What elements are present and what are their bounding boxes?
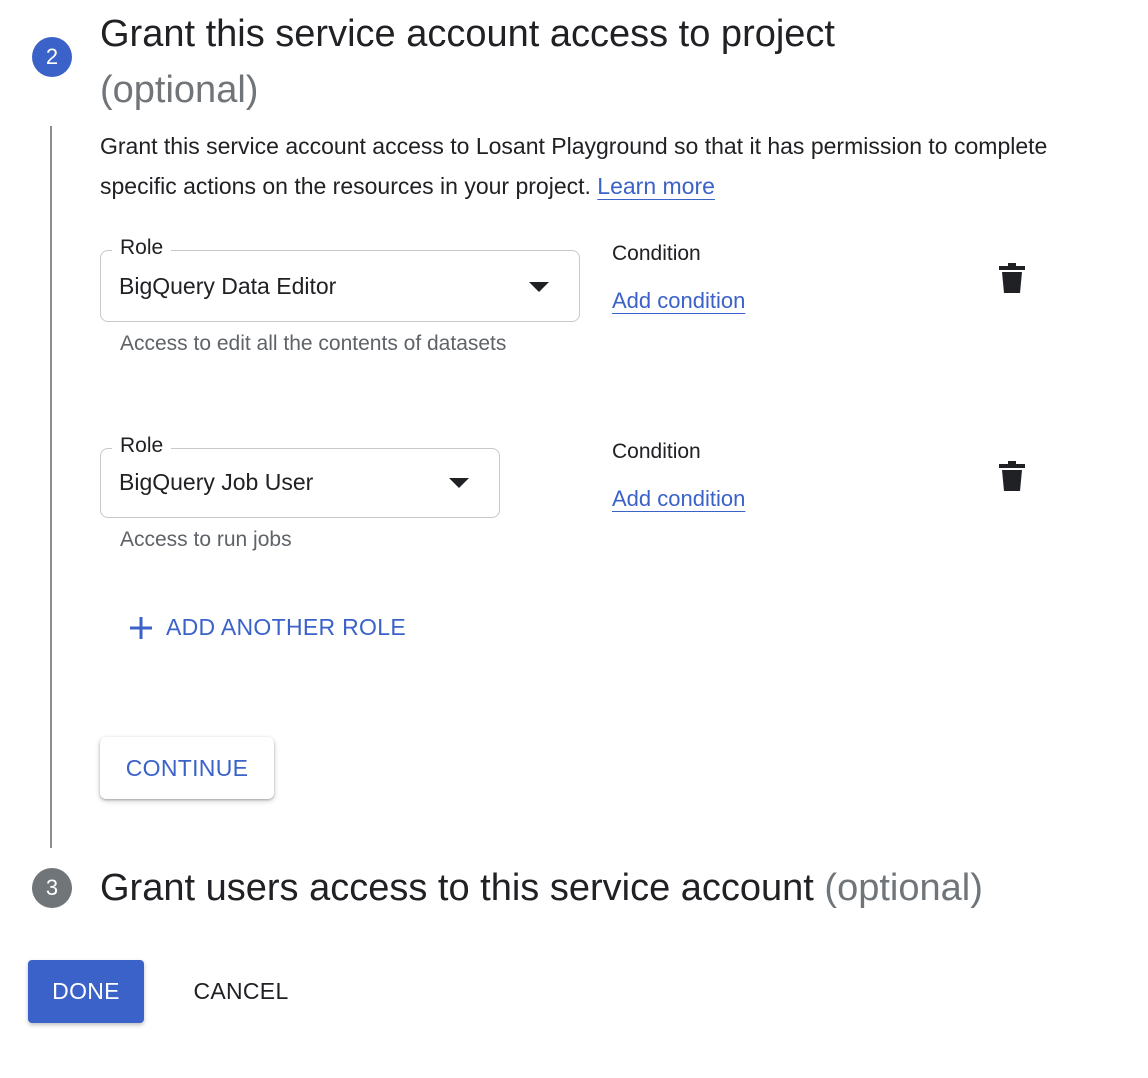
role-select-2[interactable]: BigQuery Job User <box>100 448 500 518</box>
add-another-role-label: ADD ANOTHER ROLE <box>166 614 406 640</box>
condition-1-label: Condition <box>612 242 701 265</box>
step-3-title-text: Grant users access to this service accou… <box>100 867 814 909</box>
step-2-optional-label: (optional) <box>100 69 259 111</box>
delete-role-1-trash-icon[interactable] <box>999 263 1025 293</box>
step-connector-line <box>50 126 52 848</box>
step-2-description: Grant this service account access to Los… <box>100 126 1060 206</box>
step-3-indicator: 3 <box>32 868 72 908</box>
role-select-2-value: BigQuery Job User <box>119 469 314 495</box>
role-select-2-label: Role <box>112 434 172 458</box>
done-button[interactable]: DONE <box>28 960 144 1023</box>
add-condition-2-link[interactable]: Add condition <box>612 484 745 514</box>
learn-more-link[interactable]: Learn more <box>597 173 715 199</box>
role-select-1-label: Role <box>112 236 172 260</box>
role-select-1-value: BigQuery Data Editor <box>119 273 337 299</box>
chevron-down-icon <box>449 478 469 488</box>
delete-role-2-trash-icon[interactable] <box>999 461 1025 491</box>
chevron-down-icon <box>529 282 549 292</box>
condition-2-label: Condition <box>612 440 701 463</box>
role-2-description: Access to run jobs <box>120 528 292 551</box>
cancel-button[interactable]: CANCEL <box>176 960 306 1023</box>
continue-button[interactable]: CONTINUE <box>100 737 274 799</box>
step-3-title[interactable]: Grant users access to this service accou… <box>100 862 983 914</box>
add-another-role-button[interactable]: ADD ANOTHER ROLE <box>128 614 406 641</box>
step-2-title-text: Grant this service account access to pro… <box>100 13 835 55</box>
step-3-optional-label: (optional) <box>824 867 983 909</box>
role-select-1[interactable]: BigQuery Data Editor <box>100 250 580 322</box>
step-2-title: Grant this service account access to pro… <box>100 6 1000 118</box>
plus-icon <box>130 616 152 639</box>
role-1-description: Access to edit all the contents of datas… <box>120 332 507 355</box>
step-2-description-text: Grant this service account access to Los… <box>100 133 1048 199</box>
step-2-indicator: 2 <box>32 37 72 77</box>
add-condition-1-link[interactable]: Add condition <box>612 286 745 316</box>
